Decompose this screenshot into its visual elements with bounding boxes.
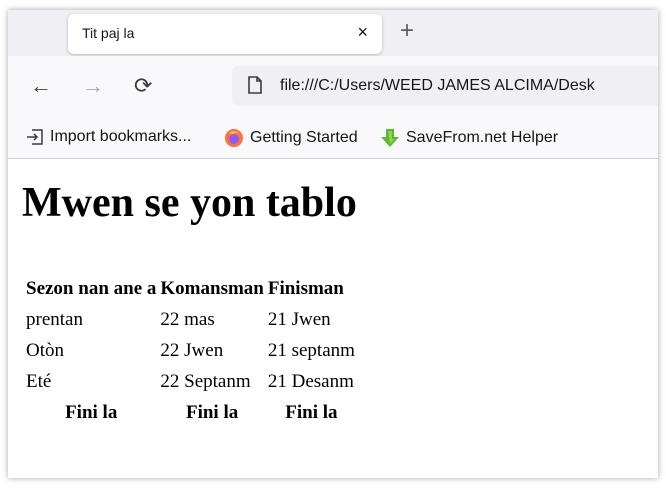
bookmark-savefrom-label: SaveFrom.net Helper [406, 129, 559, 146]
table-cell: 21 septanm [267, 339, 355, 361]
bookmark-getting-started[interactable]: Getting Started [224, 128, 358, 148]
bookmark-import-label: Import bookmarks... [50, 128, 192, 145]
table-row: Otòn 22 Jwen 21 septanm [24, 335, 357, 366]
footer-cell: Fini la [65, 401, 118, 423]
table-cell: 21 Jwen [267, 308, 331, 330]
table-cell: 22 Jwen [160, 339, 224, 361]
tab-active[interactable]: Tit paj la × [68, 14, 382, 54]
bookmark-import[interactable]: Import bookmarks... [26, 128, 191, 146]
table-cell: prentan [26, 308, 83, 330]
tab-title: Tit paj la [82, 25, 135, 41]
firefox-icon [225, 129, 243, 147]
navigation-bar: ← → ⟳ file:///C:/Users/WEED JAMES ALCIMA… [8, 56, 658, 118]
reload-icon[interactable]: ⟳ [134, 74, 152, 98]
footer-cell: Fini la [185, 401, 239, 423]
header-start: Komansman [160, 277, 264, 299]
table-cell: 22 mas [160, 308, 215, 330]
back-arrow-icon[interactable]: ← [30, 74, 52, 98]
page-content: Mwen se yon tablo Sezon nan ane a Komans… [8, 159, 658, 478]
address-bar[interactable]: file:///C:/Users/WEED JAMES ALCIMA/Desk [232, 66, 658, 106]
table-row: Eté 22 Septanm 21 Desanm [24, 366, 357, 397]
download-arrow-icon [381, 129, 399, 147]
header-end: Finisman [267, 277, 344, 299]
table-cell: Otòn [26, 339, 64, 361]
seasons-table: Sezon nan ane a Komansman Finisman prent… [24, 273, 357, 428]
page-icon [248, 76, 262, 94]
table-header-row: Sezon nan ane a Komansman Finisman [24, 273, 357, 304]
header-season: Sezon nan ane a [26, 277, 157, 299]
forward-arrow-icon[interactable]: → [82, 74, 104, 98]
table-cell: 21 Desanm [267, 370, 354, 392]
table-cell: 22 Septanm [160, 370, 251, 392]
bookmark-getting-started-label: Getting Started [250, 129, 358, 146]
page-heading: Mwen se yon tablo [22, 180, 357, 226]
bookmark-savefrom[interactable]: SaveFrom.net Helper [380, 128, 558, 148]
url-text[interactable]: file:///C:/Users/WEED JAMES ALCIMA/Desk [280, 77, 595, 95]
table-cell: Eté [26, 370, 52, 392]
import-icon [27, 129, 43, 145]
browser-window: Tit paj la × + ← → ⟳ file:///C:/Users/WE… [8, 10, 658, 478]
tab-strip: Tit paj la × + [8, 10, 658, 56]
table-row: prentan 22 mas 21 Jwen [24, 304, 357, 335]
footer-cell: Fini la [285, 401, 338, 423]
new-tab-icon[interactable]: + [400, 18, 414, 44]
close-tab-icon[interactable]: × [357, 22, 368, 42]
bookmarks-toolbar: Import bookmarks... Getting Started Save… [8, 118, 658, 159]
table-footer-row: Fini la Fini la Fini la [24, 397, 357, 428]
